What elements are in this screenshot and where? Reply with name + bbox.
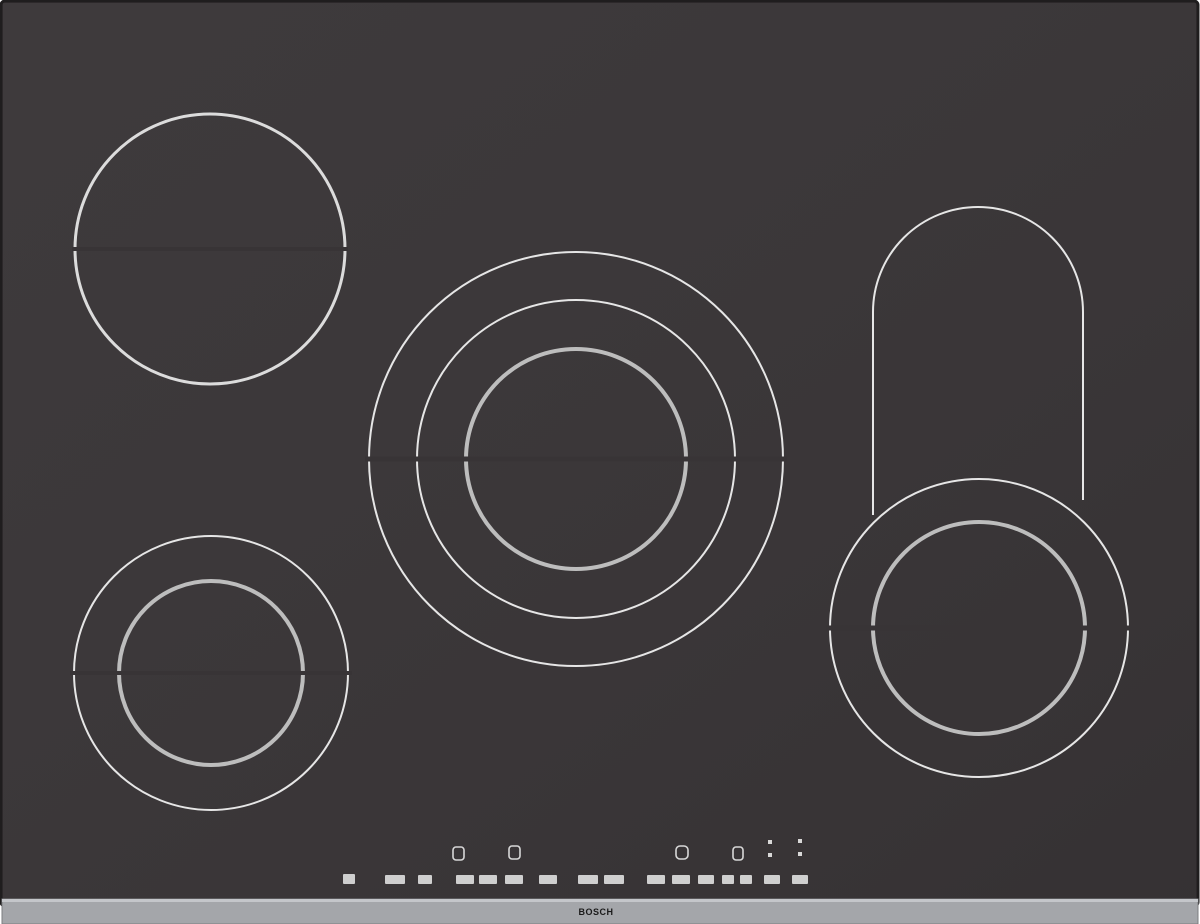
- power-key-1[interactable]: [385, 875, 405, 884]
- front-trim-highlight: [2, 899, 1198, 902]
- power-key-3[interactable]: [456, 875, 474, 884]
- brand-logo: BOSCH: [578, 907, 613, 917]
- power-key-5[interactable]: [505, 875, 523, 884]
- power-key-6[interactable]: [539, 875, 557, 884]
- power-key-2[interactable]: [418, 875, 432, 884]
- power-key-15[interactable]: [792, 875, 808, 884]
- glass-sheen: [3, 3, 1196, 904]
- power-key-7[interactable]: [578, 875, 598, 884]
- power-key-12[interactable]: [722, 875, 734, 884]
- power-key-4[interactable]: [479, 875, 497, 884]
- power-key-11[interactable]: [698, 875, 714, 884]
- power-key-9[interactable]: [647, 875, 665, 884]
- power-key-14[interactable]: [764, 875, 780, 884]
- power-key-8[interactable]: [604, 875, 624, 884]
- power-key-10[interactable]: [672, 875, 690, 884]
- ceramic-hob: BOSCH: [0, 0, 1200, 924]
- power-key-minus[interactable]: [343, 874, 355, 884]
- power-key-13[interactable]: [740, 875, 752, 884]
